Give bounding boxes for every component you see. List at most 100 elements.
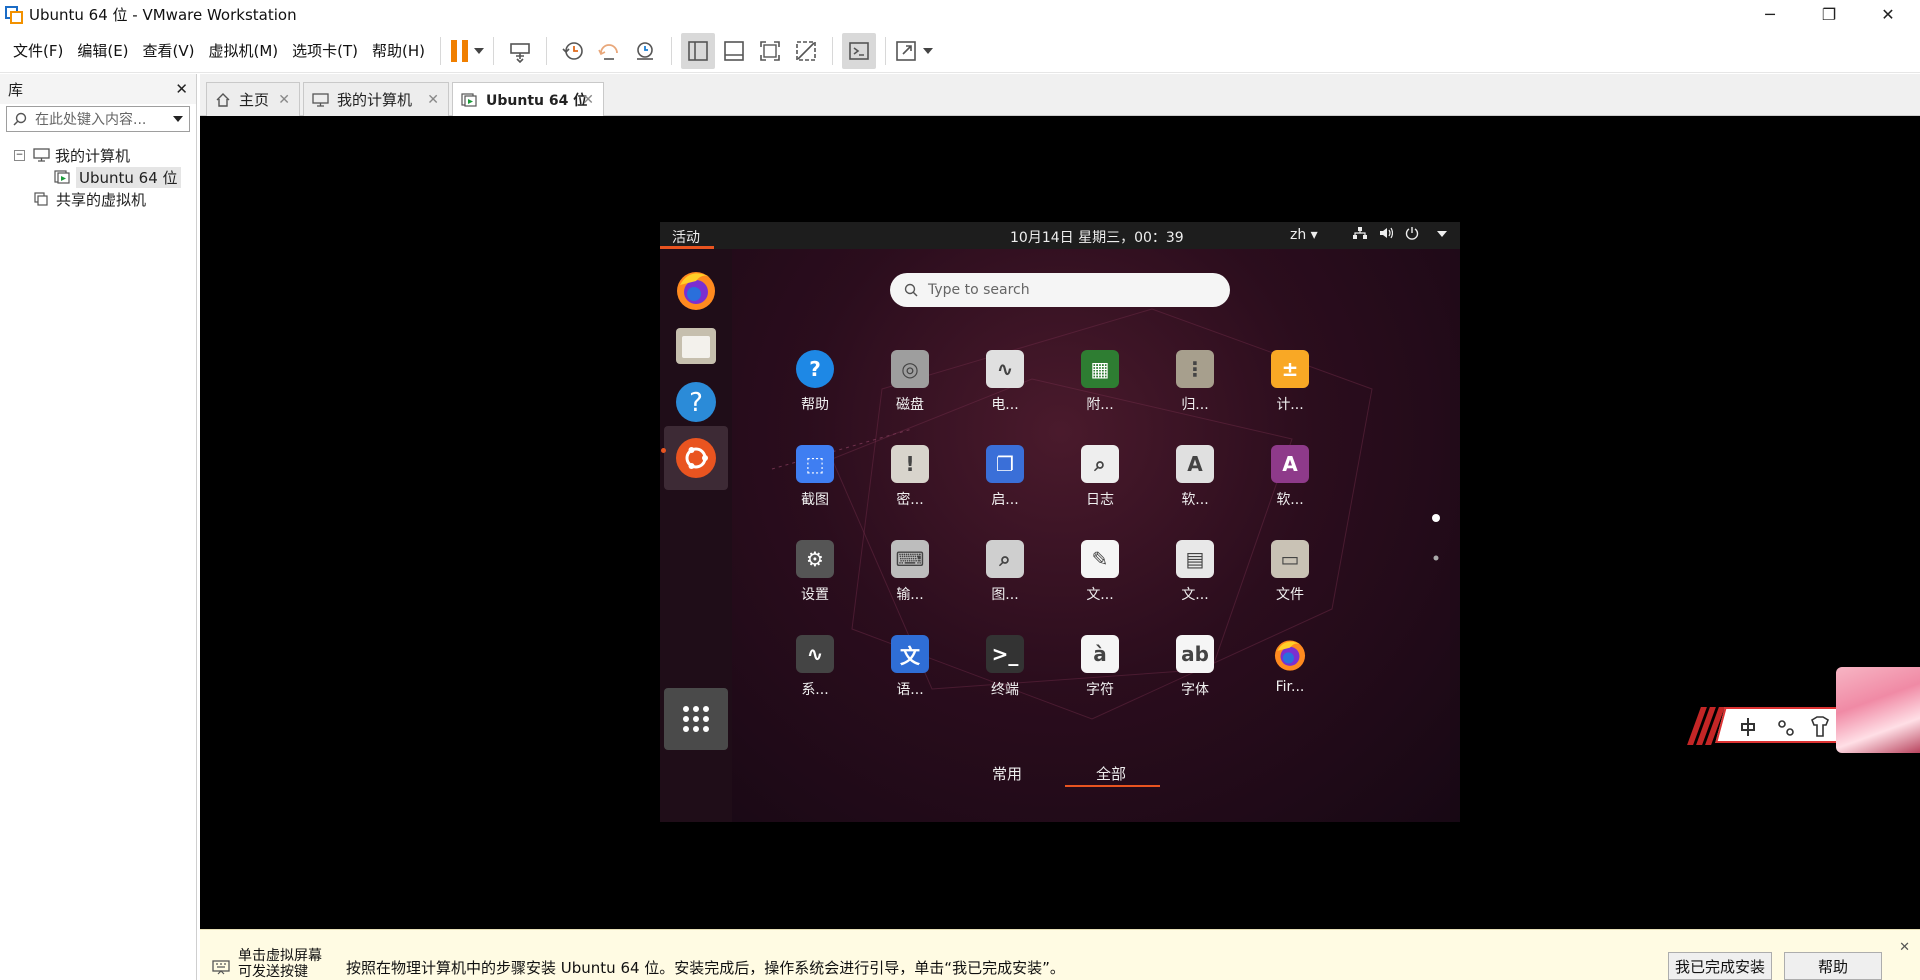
hint-close-button[interactable]: ✕ <box>1899 940 1910 955</box>
toolbar-separator <box>671 36 673 65</box>
app-power-stats[interactable]: ∿ 电... <box>960 350 1050 440</box>
chevron-down-icon[interactable] <box>923 47 934 54</box>
show-thumbnail-bar-button[interactable] <box>717 33 751 69</box>
app-software-properties[interactable]: A 软... <box>1245 445 1335 535</box>
app-language[interactable]: 文语... <box>865 635 955 725</box>
chevron-down-icon[interactable] <box>173 116 183 122</box>
dock-help[interactable]: ? <box>664 370 728 434</box>
app-terminal[interactable]: >_ 终端 <box>960 635 1050 725</box>
dock-firefox[interactable] <box>664 257 728 321</box>
revert-icon <box>598 43 618 60</box>
startup-disk-icon: ❐ <box>986 445 1024 483</box>
click-screen-hint: 单击虚拟屏幕 可发送按键 <box>238 948 322 980</box>
menu-edit[interactable]: 编辑(E) <box>70 40 135 61</box>
tab-my-computer[interactable]: 我的计算机 ✕ <box>303 82 449 116</box>
full-screen-button[interactable] <box>753 33 787 69</box>
menu-vm[interactable]: 虚拟机(M) <box>202 40 286 61</box>
app-fonts[interactable]: ab 字体 <box>1150 635 1240 725</box>
tree-item-my-computer[interactable]: − 我的计算机 <box>0 144 196 166</box>
input-method-indicator[interactable]: zh ▾ <box>1290 227 1318 243</box>
tab-close-icon[interactable]: ✕ <box>427 92 439 108</box>
minimize-button[interactable]: ─ <box>1741 0 1799 29</box>
tab-close-icon[interactable]: ✕ <box>278 92 290 108</box>
show-library-button[interactable] <box>681 32 716 69</box>
snapshot-manager-button[interactable] <box>628 33 662 69</box>
app-additional-drivers[interactable]: ▦ 附... <box>1055 350 1145 440</box>
activities-button[interactable]: 活动 <box>672 227 700 247</box>
app-keyboard[interactable]: ⌨ 输... <box>865 540 955 630</box>
app-characters[interactable]: à 字符 <box>1055 635 1145 725</box>
filter-frequent[interactable]: 常用 <box>992 763 1022 784</box>
settings-icon: ⚙ <box>796 540 834 578</box>
dock-files[interactable] <box>664 314 728 378</box>
stretch-guest-button[interactable] <box>895 33 934 69</box>
library-tree: − 我的计算机 Ubuntu 64 位 共享的虚拟机 <box>0 144 196 210</box>
tree-item-shared-vms[interactable]: 共享的虚拟机 <box>0 188 196 210</box>
app-files[interactable]: ▭ 文件 <box>1245 540 1335 630</box>
app-image-viewer[interactable]: ⌕ 图... <box>960 540 1050 630</box>
tree-item-label: 我的计算机 <box>55 146 131 165</box>
help-button[interactable]: 帮助 <box>1784 952 1882 980</box>
app-help[interactable]: ? 帮助 <box>770 350 860 440</box>
collapse-icon[interactable]: − <box>14 149 25 161</box>
toolbar-separator <box>440 36 442 65</box>
ubuntu-desktop[interactable]: 活动 10月14日 星期三，00：39 zh ▾ ? Type to searc… <box>660 222 1460 822</box>
pause-button[interactable] <box>450 33 484 69</box>
anime-character-avatar[interactable] <box>1836 667 1920 753</box>
console-view-button[interactable] <box>842 32 877 69</box>
chevron-down-icon[interactable] <box>473 47 484 54</box>
filter-all[interactable]: 全部 <box>1096 763 1126 784</box>
text-editor-icon: ✎ <box>1081 540 1119 578</box>
library-title: 库 <box>8 80 24 99</box>
app-firefox[interactable]: Fir... <box>1245 635 1335 725</box>
app-calculator[interactable]: ± 计... <box>1245 350 1335 440</box>
app-document-viewer[interactable]: ▤ 文... <box>1150 540 1240 630</box>
restore-button[interactable]: ❐ <box>1800 0 1858 29</box>
library-close-button[interactable]: ✕ <box>175 80 188 98</box>
app-startup-disk[interactable]: ❐ 启... <box>960 445 1050 535</box>
chevron-down-icon[interactable] <box>1437 231 1447 237</box>
tab-ubuntu[interactable]: Ubuntu 64 位 ✕ <box>452 82 604 117</box>
app-disks[interactable]: ◎ 磁盘 <box>865 350 955 440</box>
app-label: 文... <box>1086 587 1114 603</box>
app-archive[interactable]: ⋮ 归... <box>1150 350 1240 440</box>
passwords-icon: ! <box>891 445 929 483</box>
menu-file[interactable]: 文件(F) <box>6 40 70 61</box>
system-tray[interactable] <box>1353 226 1447 240</box>
tab-close-icon[interactable]: ✕ <box>582 92 594 108</box>
tab-home[interactable]: 主页 ✕ <box>206 82 300 116</box>
app-screenshot[interactable]: ⬚ 截图 <box>770 445 860 535</box>
logs-icon: ⌕ <box>1081 445 1119 483</box>
revert-snapshot-button[interactable] <box>592 33 626 69</box>
app-text-editor[interactable]: ✎ 文... <box>1055 540 1145 630</box>
app-system-monitor[interactable]: ∿ 系... <box>770 635 860 725</box>
library-search-input[interactable]: 在此处键入内容... <box>6 106 190 132</box>
desktop-pet-widget[interactable] <box>1687 667 1920 753</box>
pet-toolbar-icons[interactable] <box>1740 714 1850 740</box>
tree-item-ubuntu[interactable]: Ubuntu 64 位 <box>0 166 196 188</box>
vm-console[interactable]: 活动 10月14日 星期三，00：39 zh ▾ ? Type to searc… <box>200 116 1920 929</box>
close-button[interactable]: ✕ <box>1859 0 1917 29</box>
app-software-updater[interactable]: A 软... <box>1150 445 1240 535</box>
app-search-input[interactable]: Type to search <box>890 273 1230 307</box>
dock-software[interactable] <box>664 426 728 490</box>
app-passwords[interactable]: ! 密... <box>865 445 955 535</box>
monitor-icon <box>312 92 329 107</box>
app-label: 归... <box>1181 397 1209 413</box>
page-indicator-active[interactable] <box>1430 512 1442 524</box>
finished-install-button[interactable]: 我已完成安装 <box>1668 952 1772 980</box>
app-logs[interactable]: ⌕ 日志 <box>1055 445 1145 535</box>
software-updater-icon: A <box>1176 445 1214 483</box>
app-label: 磁盘 <box>896 397 924 413</box>
fonts-icon: ab <box>1176 635 1214 673</box>
clock[interactable]: 10月14日 星期三，00：39 <box>1010 227 1184 247</box>
unity-button[interactable] <box>789 33 823 69</box>
send-ctrl-alt-del-button[interactable] <box>503 33 537 69</box>
show-applications-button[interactable] <box>664 688 728 750</box>
menu-help[interactable]: 帮助(H) <box>365 40 432 61</box>
app-settings[interactable]: ⚙ 设置 <box>770 540 860 630</box>
menu-tabs[interactable]: 选项卡(T) <box>285 40 365 61</box>
menu-view[interactable]: 查看(V) <box>136 40 202 61</box>
page-indicator[interactable] <box>1430 552 1442 564</box>
snapshot-button[interactable] <box>556 33 590 69</box>
